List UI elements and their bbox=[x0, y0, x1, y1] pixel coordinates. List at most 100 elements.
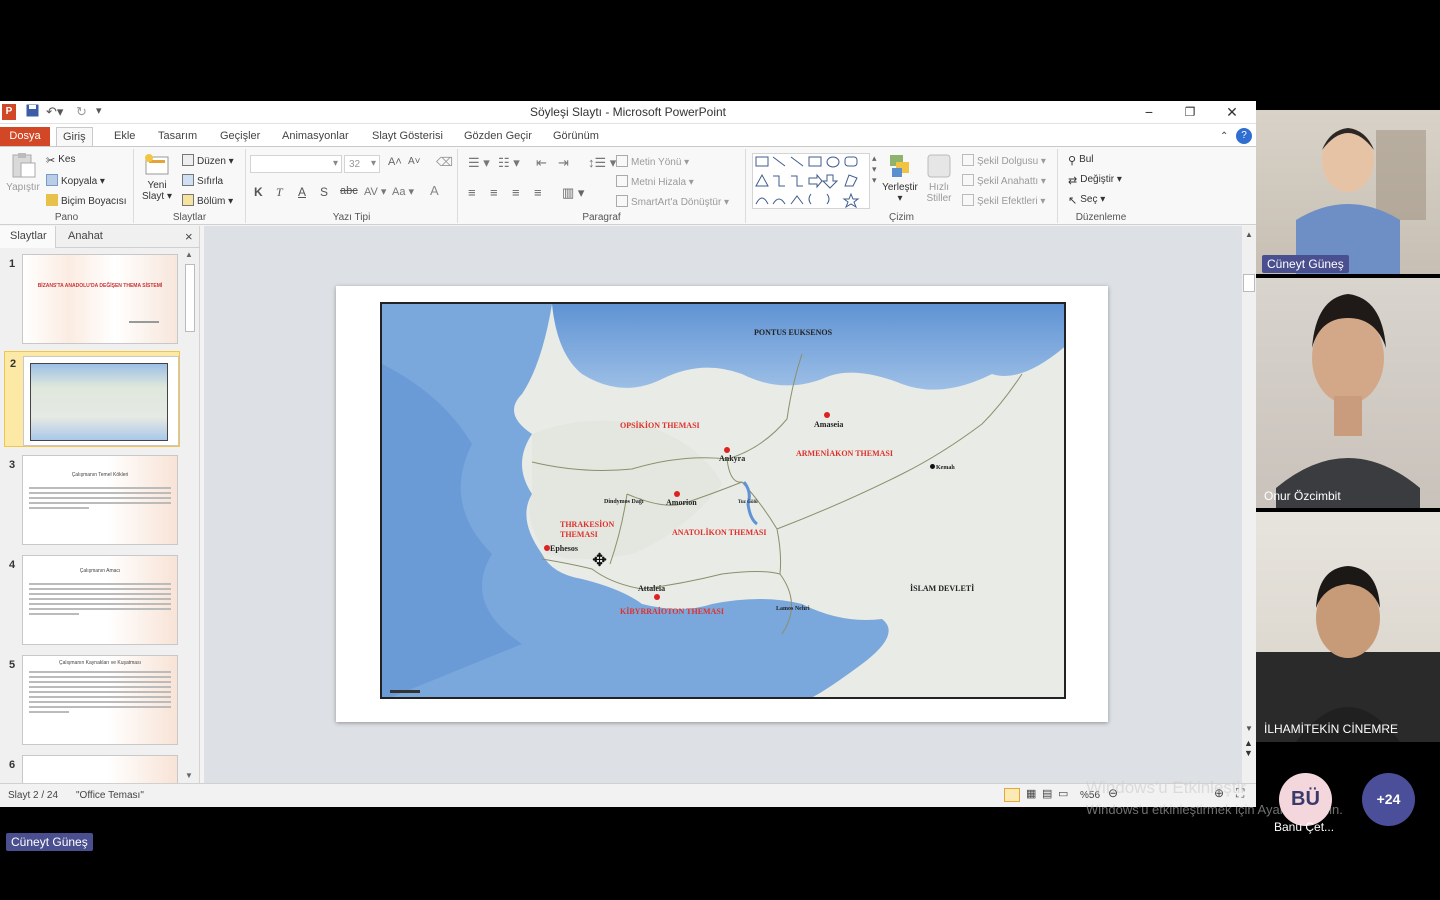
minimize-ribbon-icon[interactable]: ⌃ bbox=[1214, 127, 1234, 146]
scroll-thumb[interactable] bbox=[185, 264, 195, 332]
city-marker-amorion bbox=[674, 491, 680, 497]
scroll-down-icon[interactable]: ▼ bbox=[185, 771, 193, 780]
participant-video-3[interactable]: İLHAMİTEKİN CİNEMRE bbox=[1256, 512, 1440, 742]
underline-icon[interactable]: A bbox=[298, 185, 306, 199]
numbering-icon[interactable]: ☷ ▾ bbox=[498, 155, 520, 171]
normal-view-icon[interactable] bbox=[1004, 788, 1020, 802]
select-button[interactable]: ↖ Seç ▾ bbox=[1068, 194, 1105, 207]
text-direction-button[interactable]: Metin Yönü ▾ bbox=[616, 155, 689, 168]
tab-animations[interactable]: Animasyonlar bbox=[276, 127, 355, 146]
align-text-button[interactable]: Metni Hizala ▾ bbox=[616, 175, 694, 188]
shape-effects-button[interactable]: Şekil Efektleri ▾ bbox=[962, 194, 1045, 207]
font-name-box[interactable]: ▾ bbox=[250, 155, 342, 173]
align-left-icon[interactable]: ≡ bbox=[468, 185, 476, 200]
slide-thumbnail-5[interactable]: 5 Çalışmanın Kaynakları ve Kuşatması bbox=[0, 653, 185, 749]
change-case-icon[interactable]: Aa ▾ bbox=[392, 185, 414, 198]
format-painter-button[interactable]: Biçim Boyacısı bbox=[46, 194, 127, 207]
cut-label: Kes bbox=[58, 154, 76, 165]
decrease-indent-icon[interactable]: ⇤ bbox=[536, 155, 547, 171]
justify-icon[interactable]: ≡ bbox=[534, 185, 542, 200]
tab-slides[interactable]: Slaytlar bbox=[0, 226, 56, 248]
slides-pane-scrollbar[interactable]: ▲ ▼ bbox=[185, 250, 195, 780]
find-button[interactable]: ⚲ Bul bbox=[1068, 154, 1094, 167]
group-slides: Yeni Slayt ▾ Düzen ▾ Sıfırla Bölüm ▾ Sla… bbox=[134, 149, 246, 223]
cut-button[interactable]: ✂ Kes bbox=[46, 154, 76, 167]
tab-review[interactable]: Gözden Geçir bbox=[458, 127, 538, 146]
columns-icon[interactable]: ▥ ▾ bbox=[562, 185, 584, 201]
quick-styles-label-1: Hızlı bbox=[929, 182, 949, 193]
smartart-label: SmartArt'a Dönüştür bbox=[631, 197, 722, 208]
slideshow-view-icon[interactable]: ▭ bbox=[1058, 787, 1068, 800]
map-label-pontus: PONTUS EUKSENOS bbox=[754, 328, 833, 337]
scroll-up-icon[interactable]: ▲ bbox=[185, 250, 193, 259]
slide-thumbnail-4[interactable]: 4 Çalışmanın Amacı bbox=[0, 553, 185, 649]
bullets-icon[interactable]: ☰ ▾ bbox=[468, 155, 490, 171]
layout-button[interactable]: Düzen ▾ bbox=[182, 154, 234, 167]
new-slide-button[interactable]: Yeni Slayt ▾ bbox=[140, 153, 174, 202]
tab-slideshow[interactable]: Slayt Gösterisi bbox=[366, 127, 449, 146]
tab-file[interactable]: Dosya bbox=[0, 127, 50, 146]
screen: P ↶▾ ↻ ▾ Söyleşi Slaytı - Microsoft Powe… bbox=[0, 0, 1440, 900]
slide-thumbnail-2[interactable]: 2 bbox=[4, 351, 180, 447]
reading-view-icon[interactable]: ▤ bbox=[1042, 787, 1052, 800]
new-slide-label-1: Yeni bbox=[147, 180, 167, 191]
slide-thumbnail-3[interactable]: 3 Çalışmanın Temel Kökleri bbox=[0, 453, 185, 549]
shrink-font-icon[interactable]: A˅ bbox=[408, 156, 421, 167]
align-right-icon[interactable]: ≡ bbox=[512, 185, 520, 200]
group-font: ▾ 32 ▾ A˄ A˅ ⌫ K T A S abc AV ▾ Aa ▾ A Ya… bbox=[246, 149, 458, 223]
replace-button[interactable]: ⇄ Değiştir ▾ bbox=[1068, 174, 1122, 187]
line-spacing-icon[interactable]: ↕☰ ▾ bbox=[588, 155, 616, 171]
close-pane-icon[interactable]: × bbox=[185, 229, 193, 244]
current-slide[interactable]: PONTUS EUKSENOS OPSİKİON THEMASI Amaseia… bbox=[336, 286, 1108, 722]
copy-button[interactable]: Kopyala ▾ bbox=[46, 174, 105, 187]
byzantine-themes-map[interactable]: PONTUS EUKSENOS OPSİKİON THEMASI Amaseia… bbox=[380, 302, 1066, 699]
font-size-box[interactable]: 32 ▾ bbox=[344, 155, 380, 173]
participant-avatar bbox=[1276, 294, 1420, 508]
tab-insert[interactable]: Ekle bbox=[108, 127, 141, 146]
map-thumbnail bbox=[30, 363, 168, 441]
participant-video-1[interactable]: Cüneyt Güneş bbox=[1256, 110, 1440, 274]
shape-outline-button[interactable]: Şekil Anahattı ▾ bbox=[962, 174, 1046, 187]
slide-sorter-icon[interactable]: ▦ bbox=[1026, 787, 1036, 800]
slide-preview-title: BİZANS'TA ANADOLU'DA DEĞİŞEN THEMA SİSTE… bbox=[37, 283, 163, 289]
participant-initials-avatar[interactable]: BÜ bbox=[1279, 773, 1332, 826]
tab-transitions[interactable]: Geçişler bbox=[214, 127, 266, 146]
tab-design[interactable]: Tasarım bbox=[152, 127, 203, 146]
font-color-icon[interactable]: A bbox=[430, 183, 439, 198]
align-center-icon[interactable]: ≡ bbox=[490, 185, 498, 200]
reset-button[interactable]: Sıfırla bbox=[182, 174, 223, 187]
strikethrough-icon[interactable]: abc bbox=[340, 185, 358, 197]
smartart-button[interactable]: SmartArt'a Dönüştür ▾ bbox=[616, 195, 729, 208]
char-spacing-icon[interactable]: AV ▾ bbox=[364, 185, 386, 198]
tab-home[interactable]: Giriş bbox=[56, 127, 93, 146]
quick-styles-button[interactable]: Hızlı Stiller bbox=[922, 153, 956, 204]
arrange-button[interactable]: Yerleştir ▾ bbox=[880, 153, 920, 204]
slide-thumbnail-6[interactable]: 6 bbox=[0, 753, 185, 783]
shape-fill-label: Şekil Dolgusu bbox=[977, 156, 1039, 167]
scroll-up-icon[interactable]: ▲ bbox=[1245, 230, 1253, 239]
clear-format-icon[interactable]: ⌫ bbox=[436, 155, 453, 169]
shapes-gallery[interactable] bbox=[752, 153, 870, 209]
minimize-button[interactable]: − bbox=[1134, 103, 1164, 121]
scroll-thumb[interactable] bbox=[1243, 274, 1255, 292]
bold-icon[interactable]: K bbox=[254, 185, 263, 199]
help-icon[interactable]: ? bbox=[1236, 128, 1252, 144]
section-button[interactable]: Bölüm ▾ bbox=[182, 194, 233, 207]
more-participants-button[interactable]: +24 bbox=[1362, 773, 1415, 826]
editor-scrollbar[interactable]: ▲ ▼ ▲ ▼ bbox=[1242, 226, 1256, 783]
grow-font-icon[interactable]: A˄ bbox=[388, 156, 402, 168]
shape-fill-button[interactable]: Şekil Dolgusu ▾ bbox=[962, 154, 1046, 167]
tab-view[interactable]: Görünüm bbox=[547, 127, 605, 146]
italic-icon[interactable]: T bbox=[276, 185, 283, 200]
close-button[interactable]: ✕ bbox=[1217, 103, 1247, 121]
increase-indent-icon[interactable]: ⇥ bbox=[558, 155, 569, 171]
restore-button[interactable]: ❐ bbox=[1175, 103, 1205, 121]
tab-outline[interactable]: Anahat bbox=[68, 230, 103, 242]
paste-button[interactable]: Yapıştır bbox=[4, 151, 42, 203]
shadow-icon[interactable]: S bbox=[320, 185, 328, 199]
slide-thumbnail-1[interactable]: 1 BİZANS'TA ANADOLU'DA DEĞİŞEN THEMA SİS… bbox=[0, 252, 185, 348]
participant-video-2[interactable]: Onur Özcimbit bbox=[1256, 278, 1440, 508]
scroll-down-icon[interactable]: ▼ bbox=[1245, 724, 1253, 733]
shapes-more-icon[interactable]: ▴ ▾ ▾ bbox=[872, 153, 877, 186]
prev-slide-icon[interactable]: ▲ ▼ bbox=[1244, 738, 1253, 758]
